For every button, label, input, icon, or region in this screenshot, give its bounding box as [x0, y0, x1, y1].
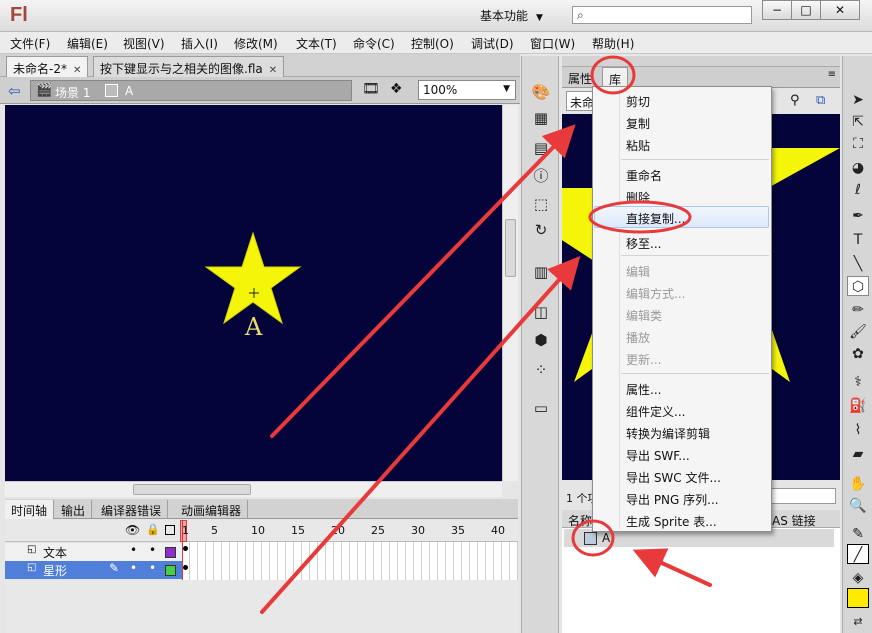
annotation-circle-library-tab — [590, 55, 636, 95]
annotation-circle-library-item — [571, 519, 615, 557]
annotation-overlay — [260, 55, 712, 614]
annotation-arrow-to-library-item — [632, 548, 712, 587]
annotation-arrow-to-duplicate — [260, 256, 581, 614]
annotation-arrow-to-library-tab — [270, 124, 576, 438]
annotation-circle-duplicate — [588, 200, 692, 234]
